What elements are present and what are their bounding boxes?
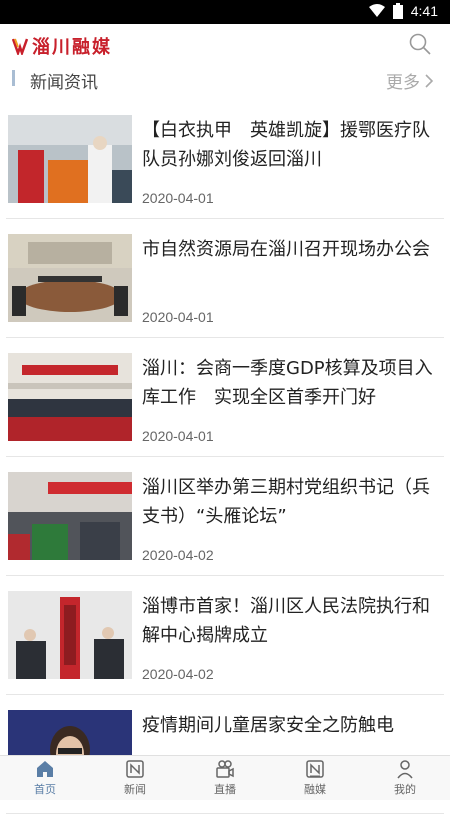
news-icon <box>126 760 144 778</box>
news-title: 疫情期间儿童居家安全之防触电 <box>142 715 394 736</box>
news-thumbnail <box>8 234 132 322</box>
news-thumbnail <box>8 591 132 679</box>
more-label: 更多 <box>386 73 420 93</box>
tab-home[interactable]: 首页 <box>0 756 90 800</box>
news-date: 2020-04-01 <box>142 190 214 206</box>
news-item[interactable]: 市自然资源局在淄川召开现场办公会 2020-04-01 <box>6 219 444 338</box>
video-camera-icon <box>216 760 234 778</box>
home-icon <box>37 761 53 777</box>
app-header: 淄川融媒 <box>0 24 450 64</box>
news-date: 2020-04-01 <box>142 428 214 444</box>
news-title: 淄川区举办第三期村党组织书记（兵支书）“头雁论坛” <box>142 477 430 527</box>
more-link[interactable]: 更多 <box>386 68 434 93</box>
tab-label: 我的 <box>394 783 416 796</box>
news-thumbnail <box>8 115 132 203</box>
status-time: 4:41 <box>410 3 438 19</box>
news-title: 淄博市首家！淄川区人民法院执行和解中心揭牌成立 <box>142 596 430 646</box>
news-item[interactable]: 淄博市首家！淄川区人民法院执行和解中心揭牌成立 2020-04-02 <box>6 576 444 695</box>
tab-media[interactable]: 融媒 <box>270 756 360 800</box>
tab-label: 融媒 <box>304 783 326 796</box>
section-header: 新闻资讯 更多 <box>0 64 450 94</box>
news-thumbnail <box>8 472 132 560</box>
media-icon <box>306 760 324 778</box>
wifi-icon <box>368 4 385 17</box>
news-title: 淄川：会商一季度GDP核算及项目入库工作 实现全区首季开门好 <box>142 358 433 408</box>
status-bar: 4:41 <box>0 0 450 24</box>
tab-profile[interactable]: 我的 <box>360 756 450 800</box>
bottom-tab-bar: 首页 新闻 直播 融媒 我的 <box>0 755 450 800</box>
chevron-right-icon <box>425 73 434 88</box>
battery-icon <box>392 3 403 19</box>
tab-news[interactable]: 新闻 <box>90 756 180 800</box>
user-icon <box>397 760 413 779</box>
tab-label: 新闻 <box>124 783 146 796</box>
section-title: 新闻资讯 <box>30 73 98 93</box>
news-list: 【白衣执甲 英雄凯旋】援鄂医疗队队员孙娜刘俊返回淄川 2020-04-01 市自… <box>0 100 450 814</box>
news-title: 【白衣执甲 英雄凯旋】援鄂医疗队队员孙娜刘俊返回淄川 <box>142 120 430 170</box>
tab-label: 首页 <box>34 783 56 796</box>
news-date: 2020-04-02 <box>142 666 214 682</box>
news-item[interactable]: 【白衣执甲 英雄凯旋】援鄂医疗队队员孙娜刘俊返回淄川 2020-04-01 <box>6 100 444 219</box>
section-accent-bar <box>12 70 15 86</box>
app-logo: 淄川融媒 <box>12 33 112 59</box>
news-item[interactable]: 淄川区举办第三期村党组织书记（兵支书）“头雁论坛” 2020-04-02 <box>6 457 444 576</box>
news-date: 2020-04-02 <box>142 547 214 563</box>
search-icon[interactable] <box>408 32 432 56</box>
logo-text: 淄川融媒 <box>32 37 112 57</box>
tab-live[interactable]: 直播 <box>180 756 270 800</box>
news-thumbnail <box>8 353 132 441</box>
news-item[interactable]: 淄川：会商一季度GDP核算及项目入库工作 实现全区首季开门好 2020-04-0… <box>6 338 444 457</box>
news-title: 市自然资源局在淄川召开现场办公会 <box>142 239 430 260</box>
tab-label: 直播 <box>214 783 236 796</box>
logo-mark-icon <box>12 38 28 55</box>
news-date: 2020-04-01 <box>142 309 214 325</box>
